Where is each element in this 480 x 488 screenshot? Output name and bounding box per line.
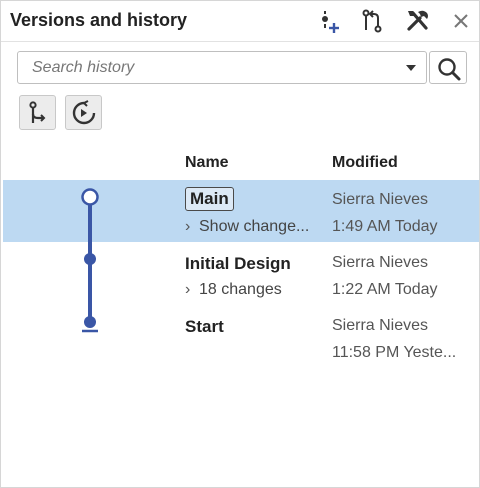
- branch-button[interactable]: [19, 95, 56, 130]
- restore-button[interactable]: [65, 95, 102, 130]
- create-version-icon[interactable]: [317, 8, 343, 34]
- versions-history-panel: Versions and history Search history Name…: [0, 0, 480, 488]
- chevron-down-icon[interactable]: [406, 65, 416, 71]
- modified-author: Sierra Nieves: [332, 254, 429, 271]
- branch-icon: [29, 101, 46, 123]
- changes-label: Show change...: [199, 218, 310, 235]
- changes-toggle[interactable]: › 18 changes: [185, 281, 282, 299]
- search-input[interactable]: [18, 52, 398, 83]
- search-icon: [438, 58, 461, 81]
- modified-author: Sierra Nieves: [332, 317, 429, 334]
- modified-time: 1:49 AM Today: [332, 218, 438, 235]
- tools-icon[interactable]: [405, 8, 431, 34]
- modified-author: Sierra Nieves: [332, 191, 429, 208]
- panel-header: Versions and history: [1, 1, 479, 42]
- history-row-start[interactable]: Start Sierra Nieves 11:58 PM Yeste...: [3, 306, 479, 368]
- version-name[interactable]: Main: [185, 187, 234, 211]
- modified-time: 11:58 PM Yeste...: [332, 344, 457, 361]
- close-icon[interactable]: [448, 8, 474, 34]
- show-changes-toggle[interactable]: › Show change...: [185, 218, 309, 236]
- chevron-right-icon: ›: [185, 281, 191, 298]
- history-row-main[interactable]: Main › Show change... Sierra Nieves 1:49 …: [3, 180, 479, 242]
- restore-icon: [72, 100, 96, 125]
- column-header-name[interactable]: Name: [185, 154, 229, 172]
- history-row-initial-design[interactable]: Initial Design › 18 changes Sierra Nieves…: [3, 243, 479, 305]
- search-field[interactable]: [17, 51, 427, 84]
- version-name[interactable]: Initial Design: [185, 254, 291, 274]
- panel-title: Versions and history: [10, 10, 188, 30]
- search-button[interactable]: [429, 51, 467, 84]
- version-name[interactable]: Start: [185, 317, 224, 337]
- chevron-right-icon: ›: [185, 218, 191, 235]
- compare-icon[interactable]: [359, 8, 385, 34]
- changes-label: 18 changes: [199, 281, 282, 298]
- column-header-modified[interactable]: Modified: [332, 154, 398, 172]
- modified-time: 1:22 AM Today: [332, 281, 438, 298]
